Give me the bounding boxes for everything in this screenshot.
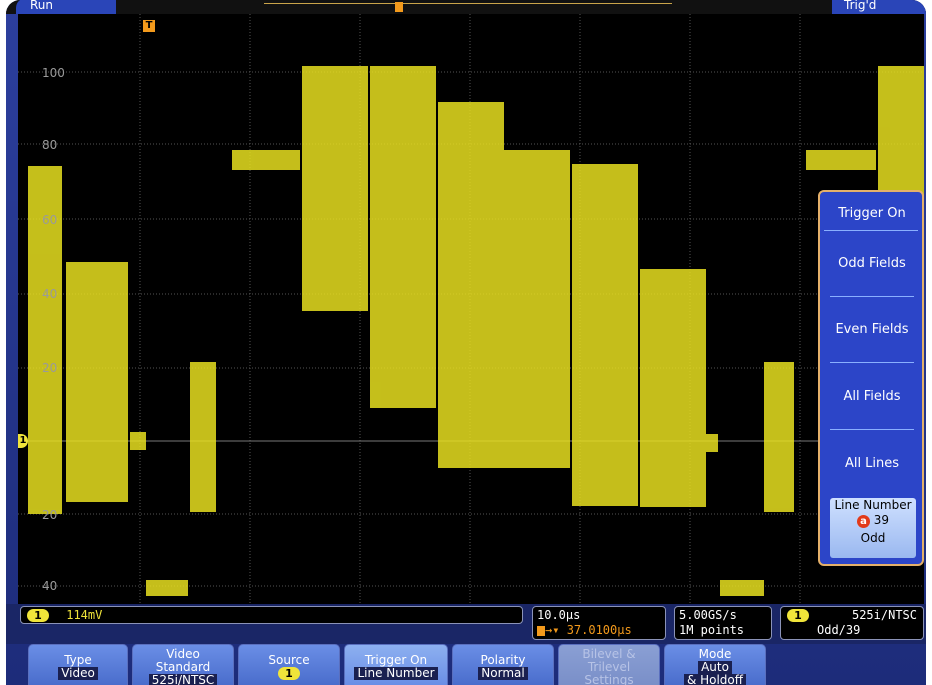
softkey-value: Normal (478, 667, 528, 680)
waveform-display[interactable]: 100 80 60 40 20 20 40 T 1 (18, 14, 924, 604)
all-lines-button[interactable]: All Lines (824, 456, 920, 471)
timebase-readout[interactable]: 10.0µs →▾ 37.0100µs (532, 606, 666, 640)
source-channel-badge: 1 (278, 667, 300, 680)
divider (830, 296, 914, 297)
odd-fields-button[interactable]: Odd Fields (824, 256, 920, 271)
status-bar: Run Trig'd (6, 0, 926, 22)
scope-bezel: Run Trig'd 100 80 60 40 20 20 40 T 1 Tri… (6, 0, 926, 685)
line-number-button[interactable]: Line Number a 39 Odd (830, 498, 916, 558)
trigger-marker-icon: T (143, 20, 155, 32)
sample-rate: 5.00GS/s (679, 608, 737, 622)
readout-bar: 1 114mV 10.0µs →▾ 37.0100µs 5.00GS/s 1M … (6, 604, 926, 644)
arrow-icon: →▾ (545, 623, 567, 637)
divider (830, 429, 914, 430)
trigger-readout-row: 1 525i/NTSC (787, 608, 917, 623)
softkey-label: Polarity (480, 653, 526, 667)
field-line-readout: Odd/39 (817, 623, 861, 637)
type-softkey[interactable]: Type Video (28, 644, 128, 685)
graticule-label: 80 (42, 138, 58, 152)
horizontal-position-row: →▾ 37.0100µs (537, 623, 661, 638)
channel-readout[interactable]: 1 114mV (20, 606, 523, 624)
record-view-bar (264, 3, 672, 12)
graticule (18, 14, 924, 604)
bottom-menu: Type Video Video Standard 525i/NTSC Sour… (6, 644, 926, 685)
softkey-label: Source (268, 653, 310, 667)
source-softkey[interactable]: Source 1 (238, 644, 340, 685)
graticule-label: 40 (42, 287, 58, 301)
softkey-label: Trigger On (364, 653, 428, 667)
bilevel-trilevel-softkey[interactable]: Bilevel & Trilevel Settings (558, 644, 660, 685)
line-number-value: 39 (873, 513, 890, 527)
trigger-readout[interactable]: 1 525i/NTSC Odd/39 (780, 606, 924, 640)
channel-1-badge: 1 (27, 609, 49, 622)
mode-holdoff-softkey[interactable]: Mode Auto & Holdoff (664, 644, 766, 685)
vertical-scale: 114mV (66, 608, 103, 622)
softkey-value: & Holdoff (683, 674, 747, 685)
graticule-label: 20 (42, 508, 58, 522)
cursor-a-icon: a (856, 515, 870, 528)
side-menu-title: Trigger On (838, 206, 906, 221)
even-fields-button[interactable]: Even Fields (824, 322, 920, 337)
record-length: 1M points (679, 623, 745, 637)
divider (824, 230, 918, 231)
graticule-label: 100 (42, 66, 65, 80)
horizontal-scale: 10.0µs (537, 608, 581, 622)
graticule-label: 20 (42, 361, 58, 375)
trigger-on-side-menu: Trigger On Odd Fields Even Fields All Fi… (818, 190, 924, 566)
line-number-label: Line Number (834, 498, 912, 512)
line-number-field: Odd (860, 531, 886, 545)
softkey-value: 525i/NTSC (148, 674, 218, 685)
trigger-on-softkey[interactable]: Trigger On Line Number (344, 644, 448, 685)
acquisition-status: Run (16, 0, 116, 14)
acquisition-readout[interactable]: 5.00GS/s 1M points (674, 606, 772, 640)
trigger-delay-icon (537, 625, 545, 636)
divider (830, 362, 914, 363)
record-trigger-icon (395, 2, 403, 12)
video-standard-readout: 525i/NTSC (851, 608, 917, 622)
softkey-value: Settings (584, 673, 634, 685)
line-number-value-row: a 39 (830, 513, 916, 528)
trigger-source-badge: 1 (787, 609, 809, 622)
video-standard-softkey[interactable]: Video Standard 525i/NTSC (132, 644, 234, 685)
all-fields-button[interactable]: All Fields (824, 389, 920, 404)
softkey-label: Type (64, 653, 92, 667)
trigger-status: Trig'd (832, 0, 926, 14)
softkey-value: Video (58, 667, 98, 680)
softkey-value: Line Number (354, 667, 438, 680)
graticule-label: 40 (42, 579, 58, 593)
polarity-softkey[interactable]: Polarity Normal (452, 644, 554, 685)
graticule-label: 60 (42, 213, 58, 227)
horizontal-position: 37.0100µs (566, 623, 632, 637)
